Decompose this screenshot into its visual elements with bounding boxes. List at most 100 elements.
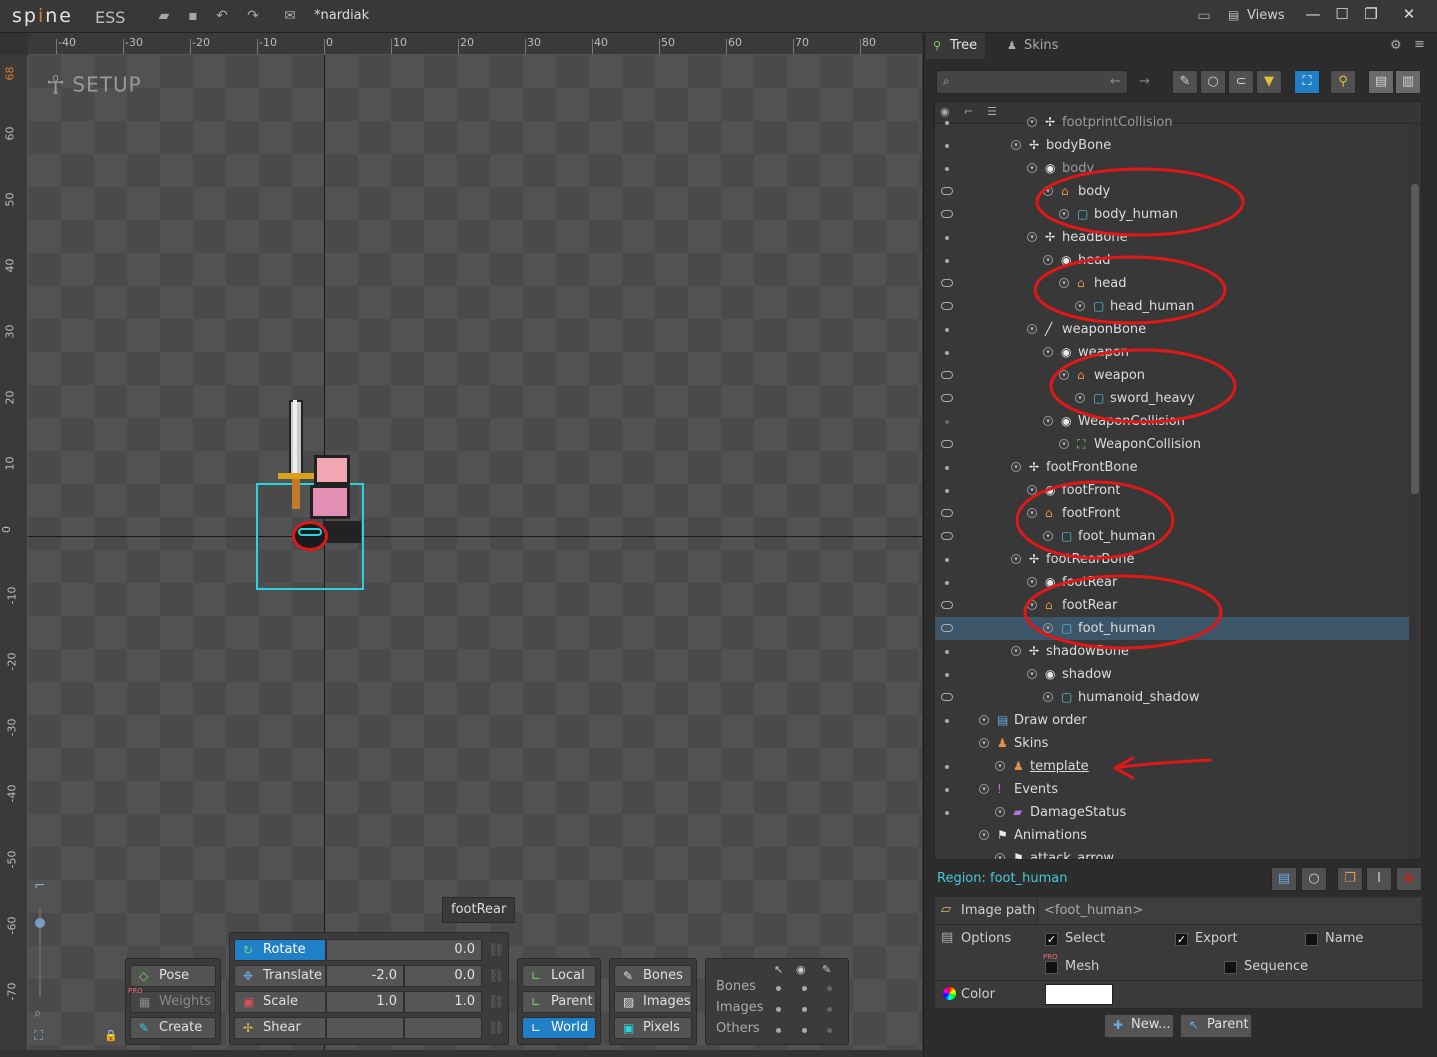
ruler-tick-mark [458, 39, 459, 54]
ruler-tick: 30 [527, 36, 541, 49]
filter-bones-button[interactable]: ✎ [1172, 70, 1198, 94]
character-body[interactable] [310, 485, 350, 519]
attachment-filter-icon: ⊂ [1235, 74, 1247, 89]
parent-button[interactable]: ↖ Parent [1180, 1014, 1252, 1038]
vis-toggle[interactable] [802, 986, 807, 991]
fit-bones-icon[interactable]: ⌐ [34, 878, 46, 894]
character-foot-front[interactable] [323, 521, 361, 543]
vis-toggle[interactable] [827, 986, 832, 991]
filter-slots-button[interactable]: ○ [1200, 70, 1226, 94]
views-menu[interactable]: Views [1247, 8, 1285, 23]
fit-view-icon[interactable]: ⛶ [34, 1029, 43, 1044]
redo-icon[interactable]: ↷ [244, 8, 262, 24]
translate-icon: ✥ [243, 969, 254, 983]
parent-axes-button[interactable]: ∟ Parent [522, 991, 596, 1013]
vis-toggle[interactable] [776, 1028, 781, 1033]
export-checkbox[interactable]: ✓ [1175, 933, 1188, 946]
layout-icon[interactable]: ▭ [1195, 8, 1213, 24]
duplicate-button[interactable]: ❐ [1337, 867, 1363, 891]
tab-tree[interactable]: ⚲ Tree [926, 33, 986, 59]
world-button[interactable]: ∟ World [522, 1017, 596, 1039]
collapse-button[interactable]: ▤ [1368, 70, 1394, 94]
delete-button[interactable]: ⊗ [1396, 867, 1422, 891]
ruler-tick: -60 [5, 916, 19, 935]
ruler-tick-mark [525, 39, 526, 54]
character-head[interactable] [314, 455, 350, 485]
shear-x[interactable] [326, 1017, 404, 1039]
focus-button[interactable]: ⛶ [1294, 70, 1320, 94]
color-swatch[interactable] [1045, 984, 1113, 1005]
rename-button[interactable]: I [1366, 867, 1392, 891]
shear-chain-icon[interactable]: ⛓ [488, 1021, 505, 1036]
create-button[interactable]: ✎ Create [130, 1017, 216, 1039]
draw-order-button[interactable]: ▤ [1271, 867, 1297, 891]
close-button[interactable]: ✕ [1397, 3, 1421, 25]
ruler-tick-mark [391, 39, 392, 54]
expand-icon: ▥ [1401, 74, 1415, 89]
filter-attachments-button[interactable]: ⊂ [1228, 70, 1254, 94]
prev-result-icon[interactable]: ← [1110, 74, 1121, 89]
rotate-chain-icon[interactable]: ⛓ [488, 943, 505, 958]
translate-x[interactable]: -2.0 [326, 965, 404, 987]
maximize-button[interactable]: ☐ [1330, 3, 1354, 25]
left-ruler: 68 60 50 40 30 20 10 0 -10 -20 -30 -40 -50 -60 -70 [0, 55, 28, 1050]
new-button[interactable]: ✚ New... [1104, 1014, 1174, 1038]
tree-view[interactable]: ◉ ⌐ ☰ ▾ ✢ footprintCollision ▾ ✢ bodyBone ▾ ◉ bo… [934, 101, 1422, 860]
select-slot-button[interactable]: ○ [1301, 867, 1327, 891]
foot-rear-selection[interactable] [292, 521, 328, 551]
image-path-icon: ▱ [941, 902, 951, 917]
slot-icon: ○ [1308, 871, 1320, 886]
menu-icon[interactable]: ≡ [1414, 37, 1425, 52]
ruler-tick-mark [56, 39, 57, 54]
vis-toggle[interactable] [776, 1007, 781, 1012]
scale-chain-icon[interactable]: ⛓ [488, 995, 505, 1010]
next-result-icon[interactable]: → [1139, 74, 1150, 89]
shear-y[interactable] [404, 1017, 482, 1039]
scale-button[interactable]: ▣ Scale [234, 991, 326, 1013]
scale-y[interactable]: 1.0 [404, 991, 482, 1013]
rotate-value[interactable]: 0.0 [326, 939, 482, 961]
find-icon: ⚲ [1338, 74, 1348, 89]
settings-icon[interactable]: ⚙ [1390, 38, 1402, 53]
lock-icon[interactable]: 🔒 [104, 1029, 118, 1042]
images-button[interactable]: ▨ Images [614, 991, 692, 1013]
vis-toggle[interactable] [776, 986, 781, 991]
tab-skins[interactable]: ♟ Skins [1000, 33, 1066, 59]
shear-button[interactable]: ✢ Shear [234, 1017, 326, 1039]
translate-chain-icon[interactable]: ⛓ [488, 969, 505, 984]
vis-toggle[interactable] [827, 1028, 832, 1033]
scale-x[interactable]: 1.0 [326, 991, 404, 1013]
expand-button[interactable]: ▥ [1395, 70, 1421, 94]
draw-order-icon: ▤ [1277, 871, 1291, 886]
translate-button[interactable]: ✥ Translate [234, 965, 326, 987]
zoom-handle[interactable] [35, 918, 45, 928]
name-checkbox[interactable] [1305, 933, 1318, 946]
eye-icon: ◉ [796, 963, 806, 976]
options-icon: ▤ [941, 930, 954, 945]
vis-toggle[interactable] [827, 1007, 832, 1012]
undo-icon[interactable]: ↶ [213, 8, 231, 24]
export-icon[interactable]: ✉ [281, 8, 299, 24]
filter-button[interactable]: ▼ [1256, 70, 1282, 94]
local-button[interactable]: ∟ Local [522, 965, 596, 987]
save-icon[interactable]: ▪ [184, 8, 202, 24]
minimize-button[interactable]: — [1301, 3, 1325, 25]
viewport[interactable]: ☥ SETUP footRear ⌐ ⌕ ⛶ 🔒 ◇ Pose ▦ Weights P… [28, 55, 922, 1050]
translate-y[interactable]: 0.0 [404, 965, 482, 987]
tools-panel: ◇ Pose ▦ Weights PRO ✎ Create [125, 958, 221, 1045]
open-folder-icon[interactable]: ▰ [155, 8, 173, 24]
image-path-field[interactable]: <foot_human> [1037, 899, 1420, 923]
bones-button[interactable]: ✎ Bones [614, 965, 692, 987]
mesh-checkbox[interactable] [1045, 961, 1058, 974]
vis-toggle[interactable] [802, 1007, 807, 1012]
vis-toggle[interactable] [802, 1028, 807, 1033]
pixels-button[interactable]: ▣ Pixels [614, 1017, 692, 1039]
search-input[interactable]: ⌕ [936, 70, 1128, 94]
pose-button[interactable]: ◇ Pose [130, 965, 216, 987]
find-button[interactable]: ⚲ [1330, 70, 1356, 94]
select-checkbox[interactable]: ✓ [1045, 933, 1058, 946]
zoom-icon[interactable]: ⌕ [34, 1006, 41, 1021]
sequence-checkbox[interactable] [1224, 961, 1237, 974]
restore-button[interactable]: ❐ [1359, 3, 1383, 25]
rotate-button[interactable]: ↻ Rotate [234, 939, 326, 961]
